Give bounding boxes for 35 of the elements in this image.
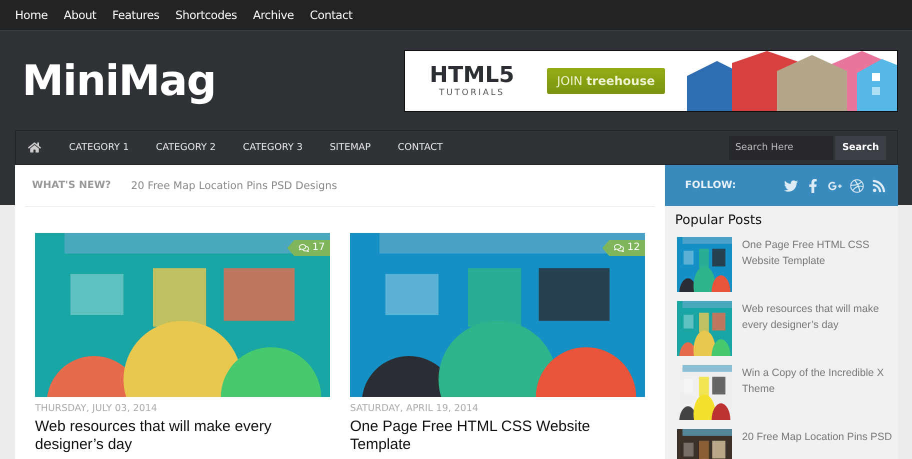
ad-banner[interactable]: HTML5 TUTORIALS JOIN treehouse (404, 50, 898, 112)
top-menu-link[interactable]: Archive (252, 8, 294, 22)
post-date: THURSDAY, JULY 03, 2014 (35, 403, 158, 414)
comments-icon (614, 243, 624, 253)
banner-subtitle: TUTORIALS (439, 88, 505, 98)
nav-link[interactable]: CATEGORY 1 (69, 142, 129, 153)
nav-link[interactable]: SITEMAP (330, 142, 371, 153)
top-menu-link[interactable]: Shortcodes (175, 8, 237, 22)
popular-post-link[interactable]: Win a Copy of the Incredible X Theme (742, 365, 894, 420)
banner-title: HTML5 (430, 63, 514, 88)
top-menu-link[interactable]: Home (15, 8, 48, 22)
rss-icon[interactable] (872, 178, 886, 192)
post-title[interactable]: One Page Free HTML CSS Website Template (350, 418, 645, 454)
nav-link[interactable]: CONTACT (398, 142, 443, 153)
search-button[interactable]: Search (835, 136, 886, 160)
popular-post-link[interactable]: Web resources that will make every designer’s day (742, 301, 894, 356)
post-title[interactable]: Web resources that will make every designer’s day (35, 418, 330, 454)
widget-title: Popular Posts (675, 213, 763, 228)
ticker-label: WHAT'S NEW? (32, 180, 111, 191)
site-logo[interactable]: MiniMag (22, 56, 216, 105)
top-menu-link[interactable]: About (64, 8, 96, 22)
search-field[interactable]: Search Here (729, 136, 834, 160)
comments-icon (299, 243, 310, 253)
top-menu-link[interactable]: Features (112, 8, 160, 22)
top-menu-link[interactable]: Contact (310, 8, 353, 22)
nav-link[interactable]: CATEGORY 3 (242, 142, 303, 153)
twitter-icon[interactable] (784, 178, 798, 192)
post-date: SATURDAY, APRIL 19, 2014 (350, 403, 480, 414)
ticker-link[interactable]: 20 Free Map Location Pins PSD Designs (130, 180, 338, 192)
dribbble-icon[interactable] (850, 178, 864, 192)
nav-link[interactable]: CATEGORY 2 (156, 142, 216, 153)
popular-post-link[interactable]: One Page Free HTML CSS Website Template (742, 237, 894, 292)
popular-post-link[interactable]: 20 Free Map Location Pins PSD (742, 429, 892, 459)
home-icon[interactable] (28, 141, 41, 154)
follow-label: FOLLOW: (685, 180, 736, 191)
